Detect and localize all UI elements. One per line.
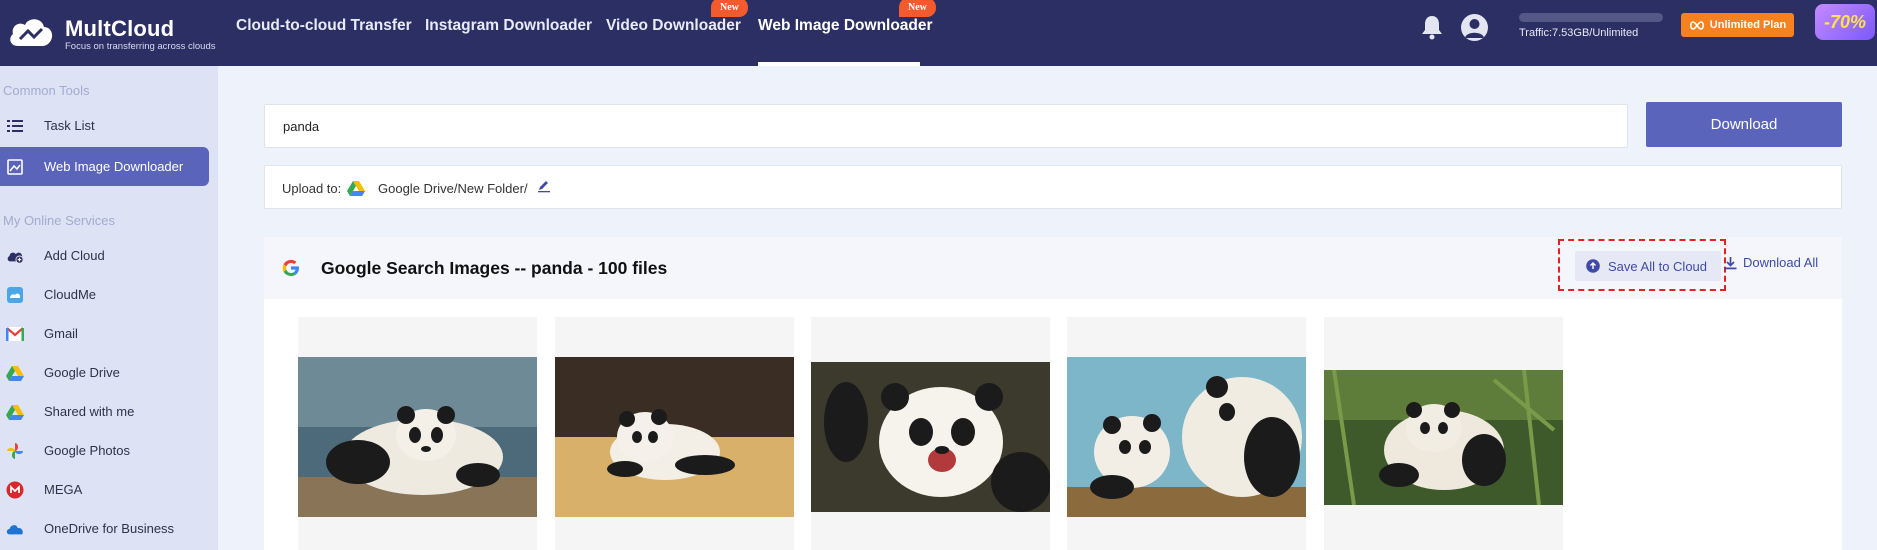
image-card[interactable] xyxy=(811,317,1050,550)
multcloud-logo-icon xyxy=(10,19,53,46)
cloud-upload-icon xyxy=(1586,259,1600,273)
image-card[interactable] xyxy=(298,317,537,550)
app-name: MultCloud xyxy=(65,16,175,41)
discount-promo-badge[interactable]: -70% xyxy=(1815,4,1875,40)
edit-icon[interactable] xyxy=(537,179,551,193)
google-icon xyxy=(282,259,299,276)
sidebar-item-web-image-downloader[interactable]: Web Image Downloader xyxy=(0,147,209,186)
sidebar-item-label: MEGA xyxy=(44,482,83,497)
nav-instagram-downloader[interactable]: Instagram Downloader xyxy=(425,17,592,35)
upload-label: Upload to: xyxy=(282,181,342,196)
traffic-progress-bar xyxy=(1519,13,1663,22)
avatar[interactable] xyxy=(1461,14,1488,41)
download-all-label: Download All xyxy=(1743,255,1819,270)
sidebar-item-mega[interactable]: MEGA xyxy=(0,470,209,509)
sidebar-item-add-cloud[interactable]: Add Cloud xyxy=(0,236,209,275)
sidebar-item-gmail[interactable]: Gmail xyxy=(0,314,209,353)
sidebar: Common Tools Task List Web Image Downloa… xyxy=(0,66,218,550)
sidebar-item-label: Gmail xyxy=(44,326,78,341)
unlimited-plan-button[interactable]: Unlimited Plan xyxy=(1681,13,1794,37)
active-tab-indicator xyxy=(758,62,920,66)
mega-icon xyxy=(6,481,24,499)
user-icon xyxy=(1465,19,1484,38)
save-all-highlight: Save All to Cloud xyxy=(1558,239,1726,291)
nav-video-downloader[interactable]: Video Downloader xyxy=(606,17,741,35)
infinity-icon xyxy=(1689,20,1704,30)
download-icon xyxy=(1724,256,1737,269)
nav-video-downloader-label: Video Downloader xyxy=(606,17,741,34)
sidebar-item-label: Google Photos xyxy=(44,443,131,458)
bell-icon[interactable] xyxy=(1420,14,1444,40)
list-icon xyxy=(6,117,24,135)
image-card[interactable] xyxy=(1067,317,1306,550)
onedrive-icon xyxy=(6,520,24,538)
cloudme-icon xyxy=(6,286,24,304)
sidebar-item-label: CloudMe xyxy=(44,287,97,302)
unlimited-plan-label: Unlimited Plan xyxy=(1709,19,1787,31)
image-icon xyxy=(6,158,24,176)
traffic-text: Traffic:7.53GB/Unlimited xyxy=(1519,27,1639,39)
nav-web-image-downloader[interactable]: Web Image Downloader xyxy=(758,17,933,35)
nav-web-image-downloader-label: Web Image Downloader xyxy=(758,17,933,34)
sidebar-item-label: Google Drive xyxy=(44,365,120,380)
app-tagline: Focus on transferring across clouds xyxy=(65,41,216,52)
sidebar-item-label: Task List xyxy=(44,118,95,133)
logo[interactable]: MultCloud Focus on transferring across c… xyxy=(6,8,215,58)
image-card[interactable] xyxy=(1324,317,1563,550)
sidebar-item-label: Web Image Downloader xyxy=(44,159,184,174)
sidebar-item-label: Add Cloud xyxy=(44,248,105,263)
top-bar: MultCloud Focus on transferring across c… xyxy=(0,0,1877,66)
gmail-icon xyxy=(6,325,24,343)
new-badge: New xyxy=(899,0,936,17)
results-title: Google Search Images -- panda - 100 file… xyxy=(321,258,668,278)
results-header: Google Search Images -- panda - 100 file… xyxy=(264,237,1842,299)
upload-destination: Upload to: Google Drive/New Folder/ xyxy=(264,165,1842,209)
results-panel: Google Search Images -- panda - 100 file… xyxy=(264,237,1842,550)
sidebar-item-label: Shared with me xyxy=(44,404,135,419)
panda-image xyxy=(1324,370,1563,505)
panda-image xyxy=(298,357,537,517)
sidebar-item-onedrive-for-business[interactable]: OneDrive for Business xyxy=(0,509,209,548)
upload-path[interactable]: Google Drive/New Folder/ xyxy=(378,181,528,196)
add-cloud-icon xyxy=(6,247,24,265)
sidebar-section-my-online-services: My Online Services xyxy=(3,213,115,228)
shared-drive-icon xyxy=(6,403,24,421)
google-photos-icon xyxy=(6,442,24,460)
download-button[interactable]: Download xyxy=(1646,102,1842,147)
sidebar-item-google-photos[interactable]: Google Photos xyxy=(0,431,209,470)
sidebar-item-shared-with-me[interactable]: Shared with me xyxy=(0,392,209,431)
search-input[interactable] xyxy=(264,104,1628,148)
google-drive-icon xyxy=(347,181,365,196)
new-badge: New xyxy=(711,0,748,17)
sidebar-item-label: OneDrive for Business xyxy=(44,521,175,536)
sidebar-item-cloudme[interactable]: CloudMe xyxy=(0,275,209,314)
google-drive-icon xyxy=(6,364,24,382)
save-all-to-cloud-button[interactable]: Save All to Cloud xyxy=(1575,251,1721,281)
download-all-button[interactable]: Download All xyxy=(1724,255,1818,270)
nav-cloud-to-cloud-transfer[interactable]: Cloud-to-cloud Transfer xyxy=(236,17,412,35)
save-all-label: Save All to Cloud xyxy=(1608,258,1708,274)
panda-image xyxy=(1067,357,1306,517)
sidebar-section-common-tools: Common Tools xyxy=(3,83,90,98)
sidebar-item-google-drive[interactable]: Google Drive xyxy=(0,353,209,392)
image-card[interactable] xyxy=(555,317,794,550)
sidebar-item-task-list[interactable]: Task List xyxy=(0,106,209,145)
panda-image xyxy=(555,357,794,517)
panda-image xyxy=(811,362,1050,512)
